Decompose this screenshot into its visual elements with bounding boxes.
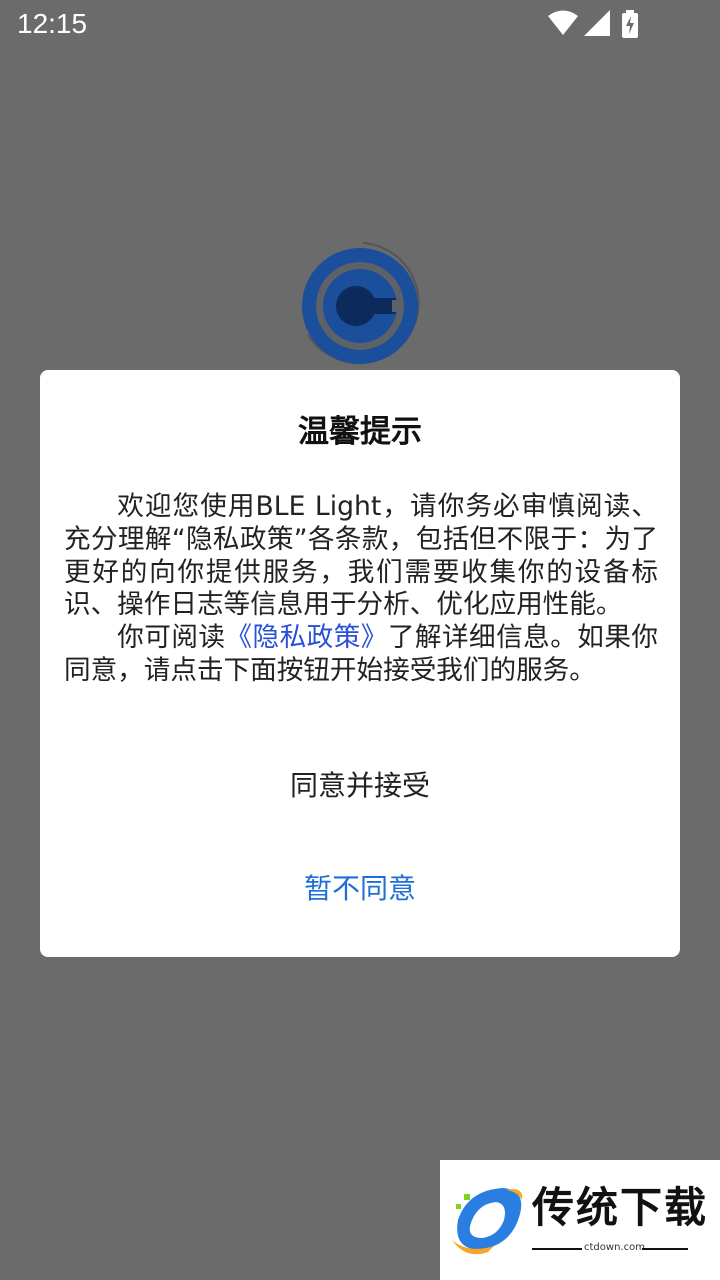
- status-time: 12:15: [17, 8, 88, 39]
- dialog-title: 温馨提示: [298, 414, 422, 450]
- dialog-body: 欢迎您使用BLE Light，请你务必审慎阅读、充分理解“隐私政策”各条款，包括…: [64, 491, 658, 688]
- watermark-divider-left: [532, 1248, 582, 1250]
- watermark-divider-right: [642, 1248, 688, 1250]
- signal-icon: [584, 10, 610, 36]
- privacy-policy-link[interactable]: 《隐私政策》: [225, 622, 387, 653]
- watermark-logo-icon: [452, 1188, 523, 1255]
- agree-button[interactable]: 同意并接受: [220, 758, 500, 814]
- disagree-button[interactable]: 暂不同意: [220, 861, 500, 917]
- light-bulb-logo-icon: [302, 242, 420, 364]
- watermark-domain: ctdown.com: [584, 1242, 645, 1253]
- dialog-paragraph-2: 你可阅读《隐私政策》了解详细信息。如果你同意，请点击下面按钮开始接受我们的服务。: [64, 622, 658, 688]
- battery-charging-icon: [622, 10, 638, 38]
- dialog-paragraph-1: 欢迎您使用BLE Light，请你务必审慎阅读、充分理解“隐私政策”各条款，包括…: [64, 491, 658, 621]
- wifi-icon: [548, 10, 578, 35]
- watermark-name: 传统下载: [532, 1183, 709, 1232]
- paragraph-2-before: 你可阅读: [117, 622, 226, 654]
- status-bar: 12:15: [0, 0, 720, 48]
